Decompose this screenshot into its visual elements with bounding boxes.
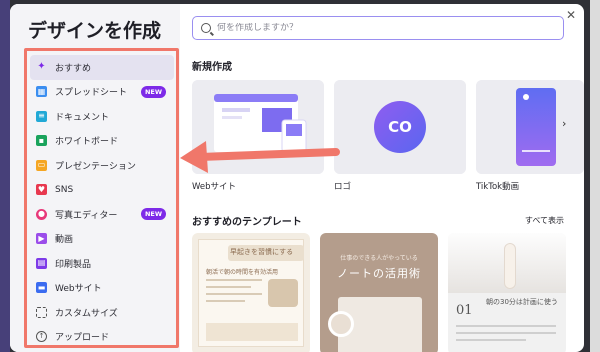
new-badge: NEW [140, 85, 166, 98]
sidebar-item-presentation[interactable]: ▭ プレゼンテーション [30, 153, 174, 178]
see-all-link[interactable]: すべて表示 [525, 215, 564, 226]
search-input[interactable] [217, 23, 537, 33]
sidebar-item-photo-editor[interactable]: ● 写真エディター NEW [30, 202, 174, 227]
monitor-icon: ▬ [36, 282, 47, 294]
website-card[interactable] [192, 80, 324, 174]
logo-card-label: ロゴ [334, 182, 352, 192]
sidebar-item-label: スプレッドシート [55, 88, 128, 99]
resize-icon [36, 306, 47, 318]
sidebar-item-video[interactable]: ▶ 動画 [30, 227, 174, 252]
sidebar-item-recommended[interactable]: ✦ おすすめ [30, 55, 174, 80]
template-heading: 朝の30分は計画に使う [486, 298, 558, 306]
template-text-lines [206, 279, 262, 315]
sidebar-item-label: Webサイト [55, 284, 102, 295]
backdrop-right-edge [590, 0, 600, 352]
sidebar-item-sns[interactable]: ♥ SNS [30, 178, 174, 203]
search-bar[interactable] [192, 16, 564, 40]
sidebar-item-label: ドキュメント [55, 112, 110, 123]
whiteboard-icon: ▪ [36, 135, 47, 147]
template-heading: ノートの活用術 [337, 267, 421, 280]
sidebar-item-label: ホワイトボード [55, 137, 119, 148]
modal-title: デザインを作成 [28, 20, 162, 42]
backdrop-left-edge [0, 0, 10, 352]
sidebar: デザインを作成 ✦ おすすめ ▦ スプレッドシート NEW ≡ ドキュメント ▪ [10, 4, 180, 352]
template-photo [268, 279, 298, 307]
sidebar-item-label: カスタムサイズ [55, 308, 118, 319]
tiktok-thumbnail [476, 80, 584, 174]
template-card-early-bird[interactable]: 早起きを習慣にする 朝活で朝の時間を有効活用 [192, 233, 310, 352]
template-number: 01 [456, 303, 473, 318]
sidebar-item-label: アップロード [55, 333, 110, 344]
upload-icon: ↑ [36, 331, 47, 343]
sidebar-item-custom-size[interactable]: カスタムサイズ [30, 300, 174, 325]
template-person [504, 243, 516, 289]
sidebar-item-label: 動画 [55, 235, 74, 246]
template-heading: 早起きを習慣にする [230, 248, 294, 256]
sidebar-item-label: 写真エディター [55, 210, 118, 221]
tiktok-video-card[interactable] [476, 80, 584, 174]
new-design-heading: 新規作成 [192, 62, 232, 73]
template-card-morning[interactable]: 01 朝の30分は計画に使う [448, 233, 566, 352]
heart-icon: ♥ [36, 184, 47, 196]
search-icon [201, 23, 211, 33]
spreadsheet-icon: ▦ [36, 86, 47, 98]
presentation-icon: ▭ [36, 159, 47, 171]
template-subheading: 朝活で朝の時間を有効活用 [206, 269, 279, 276]
sidebar-item-document[interactable]: ≡ ドキュメント [30, 104, 174, 129]
sidebar-item-website[interactable]: ▬ Webサイト [30, 276, 174, 301]
templates-heading: おすすめのテンプレート [192, 217, 302, 228]
sidebar-item-label: SNS [55, 184, 74, 195]
camera-icon: ● [36, 208, 47, 220]
template-cup [328, 311, 354, 337]
sidebar-item-label: 印刷製品 [55, 259, 92, 270]
video-icon: ▶ [36, 233, 47, 245]
logo-card[interactable]: CO [334, 80, 466, 174]
highlight-frame: ✦ おすすめ ▦ スプレッドシート NEW ≡ ドキュメント ▪ ホワイトボード [24, 48, 179, 348]
sparkle-icon: ✦ [37, 61, 46, 73]
sidebar-menu: ✦ おすすめ ▦ スプレッドシート NEW ≡ ドキュメント ▪ ホワイトボード [30, 55, 174, 349]
template-text-lines [456, 325, 556, 341]
sidebar-item-label: プレゼンテーション [55, 161, 136, 172]
new-badge: NEW [140, 208, 166, 220]
website-thumbnail [192, 80, 324, 174]
template-card-notebook[interactable]: 仕事のできる人がやっている ノートの活用術 [320, 233, 438, 352]
create-design-modal: ✕ デザインを作成 ✦ おすすめ ▦ スプレッドシート NEW ≡ ドキュメント [10, 4, 584, 352]
tiktok-card-label: TikTok動画 [476, 182, 520, 192]
sidebar-item-spreadsheet[interactable]: ▦ スプレッドシート NEW [30, 80, 174, 105]
chevron-right-icon[interactable]: › [562, 117, 566, 130]
sidebar-item-whiteboard[interactable]: ▪ ホワイトボード [30, 129, 174, 154]
sidebar-item-print[interactable]: ▤ 印刷製品 [30, 251, 174, 276]
sidebar-item-upload[interactable]: ↑ アップロード [30, 325, 174, 350]
template-footer-block [206, 323, 298, 341]
template-caption: 仕事のできる人がやっている [340, 255, 418, 262]
printer-icon: ▤ [36, 257, 47, 269]
document-icon: ≡ [36, 110, 47, 122]
main-panel: 新規作成 Webサイト [180, 4, 584, 352]
logo-text: CO [388, 118, 412, 136]
website-card-label: Webサイト [192, 182, 237, 192]
sidebar-item-label: おすすめ [55, 63, 92, 74]
